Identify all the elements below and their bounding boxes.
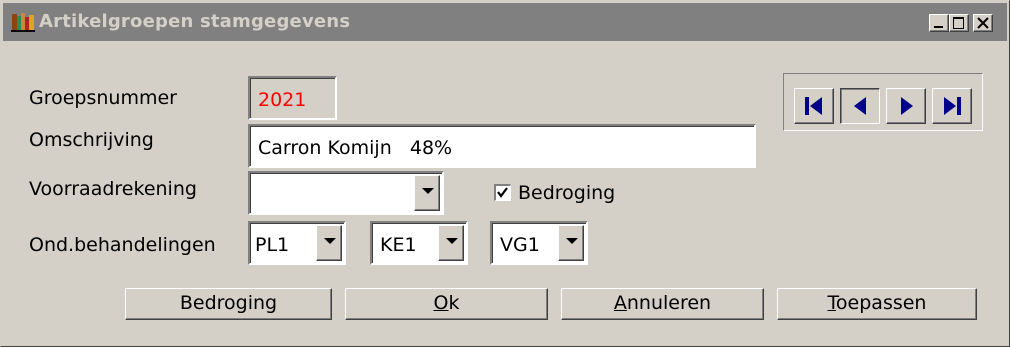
ond-behandelingen-label: Ond.behandelingen: [29, 234, 216, 256]
ond-behandeling-value-3: VG1: [500, 234, 540, 256]
ond-behandeling-select-1[interactable]: PL1: [248, 221, 346, 265]
groepsnummer-value: 2021: [258, 89, 307, 111]
minimize-button[interactable]: [929, 14, 949, 32]
bedroging-button[interactable]: Bedroging: [125, 288, 332, 320]
ond-behandeling-value-1: PL1: [255, 234, 290, 256]
last-record-button[interactable]: [932, 88, 972, 124]
title-bar[interactable]: Artikelgroepen stamgegevens: [3, 3, 1007, 41]
ond-behandeling-value-2: KE1: [380, 234, 417, 256]
ond-behandeling-dropdown-icon-1[interactable]: [316, 225, 342, 261]
omschrijving-value: Carron Komijn 48%: [258, 137, 453, 159]
last-icon: [944, 97, 961, 115]
annuleren-button-label: nnuleren: [626, 292, 712, 314]
maximize-button[interactable]: [949, 14, 969, 32]
window-title: Artikelgroepen stamgegevens: [39, 11, 351, 32]
first-icon: [805, 97, 822, 115]
close-icon: [977, 17, 989, 29]
minimize-icon: [934, 26, 943, 28]
first-record-button[interactable]: [794, 88, 834, 124]
ok-button-label: k: [448, 292, 460, 314]
voorraadrekening-label: Voorraadrekening: [29, 178, 197, 200]
bedroging-checkbox[interactable]: [494, 184, 511, 201]
voorraadrekening-dropdown-icon[interactable]: [414, 175, 440, 211]
ond-behandeling-dropdown-icon-3[interactable]: [558, 225, 584, 261]
next-record-button[interactable]: [886, 88, 926, 124]
bedroging-button-label: Bedroging: [179, 292, 278, 314]
voorraadrekening-select[interactable]: [248, 171, 444, 215]
ond-behandeling-dropdown-icon-2[interactable]: [438, 225, 464, 261]
app-icon: [11, 13, 35, 32]
previous-icon: [854, 97, 866, 115]
previous-record-button[interactable]: [840, 88, 880, 124]
groepsnummer-field: 2021: [248, 76, 337, 120]
toepassen-button-label: oepassen: [835, 292, 927, 314]
omschrijving-label: Omschrijving: [29, 129, 154, 151]
bedroging-checkbox-label[interactable]: Bedroging: [518, 182, 615, 204]
groepsnummer-label: Groepsnummer: [29, 87, 177, 109]
ok-button[interactable]: Ok: [345, 288, 548, 320]
record-navigation: [783, 73, 983, 131]
annuleren-button-mnemonic: A: [613, 292, 627, 314]
ond-behandeling-select-3[interactable]: VG1: [490, 221, 588, 265]
close-button[interactable]: [973, 14, 993, 32]
dialog-window: Artikelgroepen stamgegevens Groepsnummer…: [0, 0, 1010, 347]
toepassen-button[interactable]: Toepassen: [777, 288, 977, 320]
toepassen-button-mnemonic: T: [827, 292, 836, 314]
checkmark-icon: [497, 187, 508, 198]
omschrijving-input[interactable]: Carron Komijn 48%: [248, 124, 756, 168]
maximize-icon: [953, 17, 964, 29]
annuleren-button[interactable]: Annuleren: [561, 288, 764, 320]
ond-behandeling-select-2[interactable]: KE1: [370, 221, 468, 265]
ok-button-mnemonic: O: [433, 292, 449, 314]
next-icon: [901, 97, 913, 115]
